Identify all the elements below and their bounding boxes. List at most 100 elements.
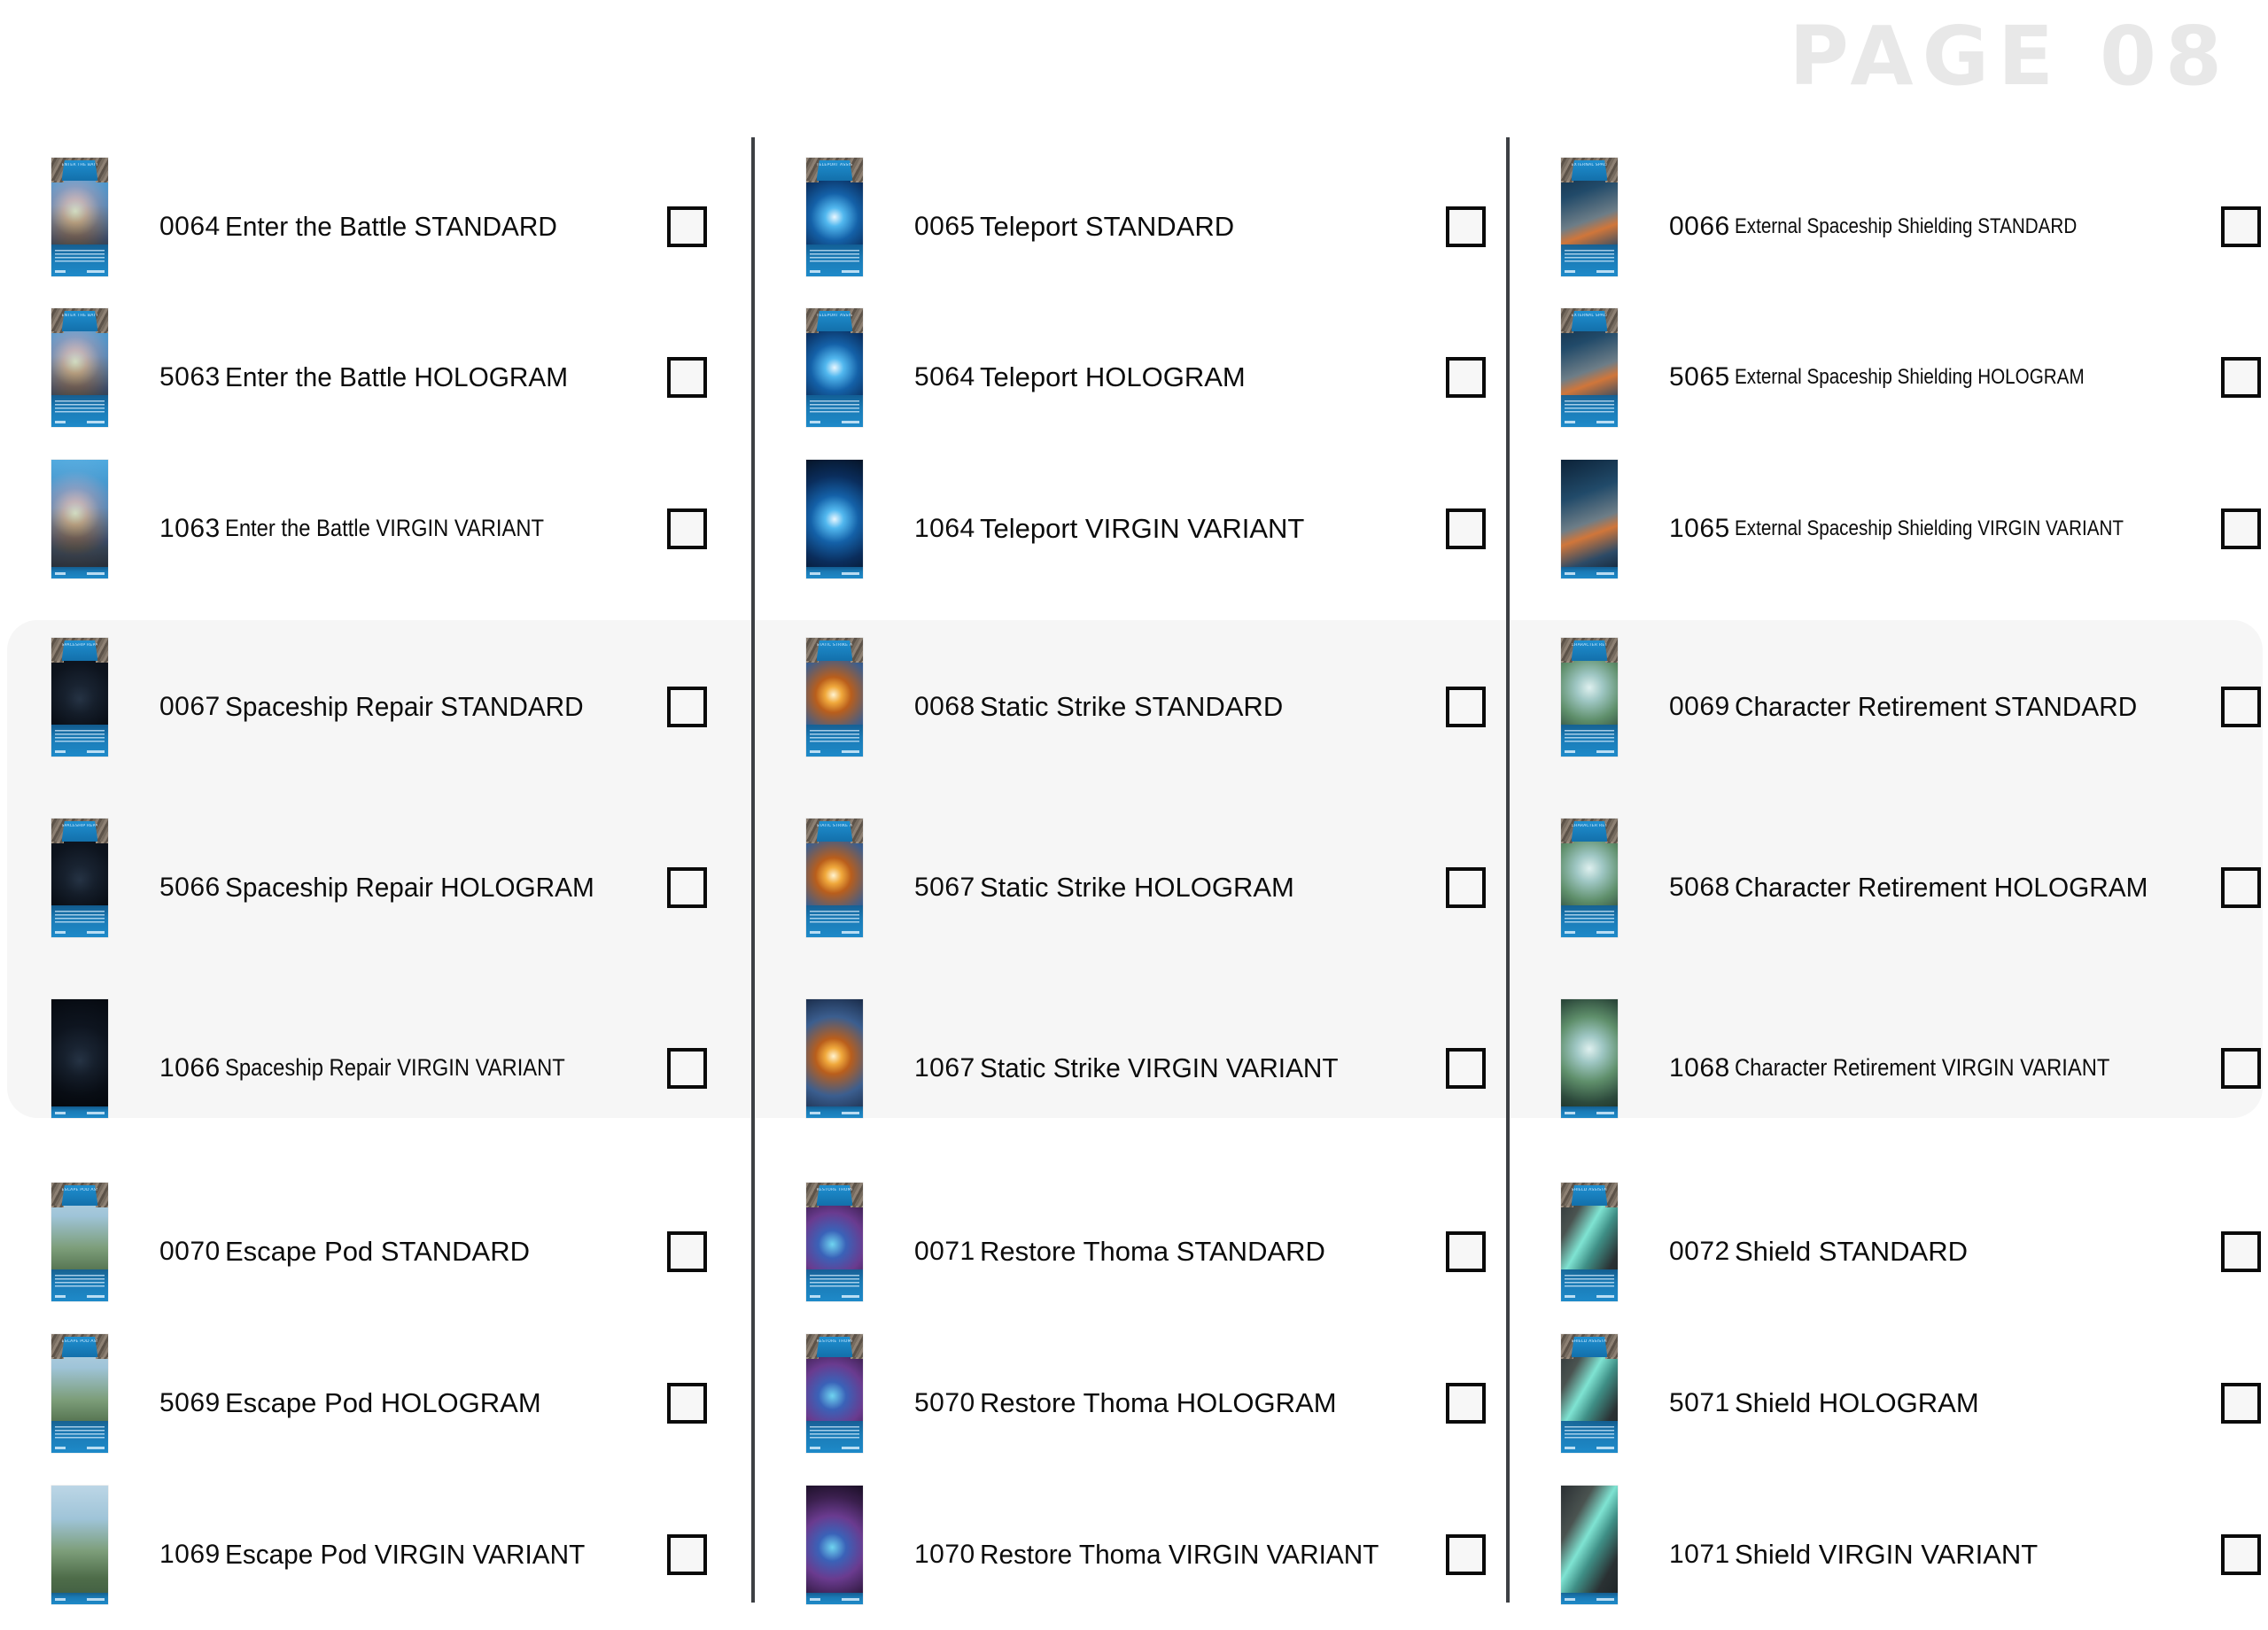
collected-checkbox[interactable]: [1446, 508, 1486, 549]
card-thumbnail[interactable]: RESTORE THOMA ASSISTANCE: [806, 1334, 863, 1453]
checklist-row: 1066 Spaceship Repair VIRGIN VARIANT: [51, 992, 725, 1144]
card-footer-badges: [55, 1446, 105, 1450]
card-thumbnail[interactable]: CHARACTER RETIREMENT ASSISTANCE: [1561, 638, 1618, 757]
collected-checkbox[interactable]: [2221, 1534, 2261, 1575]
card-thumbnail[interactable]: CHARACTER RETIREMENT ASSISTANCE: [1561, 819, 1618, 937]
card-thumbnail[interactable]: ESCAPE POD ASSISTANCE: [51, 1183, 108, 1301]
collected-checkbox[interactable]: [1446, 357, 1486, 398]
card-number: 5068: [1669, 872, 1730, 902]
card-footer-bar: [806, 567, 863, 578]
collected-checkbox[interactable]: [1446, 867, 1486, 908]
card-number: 0066: [1669, 211, 1730, 241]
collected-checkbox[interactable]: [667, 508, 707, 549]
card-thumbnail[interactable]: [51, 999, 108, 1118]
card-thumbnail[interactable]: STATIC STRIKE ASSISTANCE: [806, 819, 863, 937]
checklist-row: RESTORE THOMA ASSISTANCE 0071Restore Thom…: [806, 1176, 1486, 1327]
collected-checkbox[interactable]: [2221, 206, 2261, 247]
card-artwork: [1561, 460, 1618, 578]
card-thumbnail[interactable]: SHIELD ASSISTANCE: [1561, 1183, 1618, 1301]
collected-checkbox[interactable]: [1446, 206, 1486, 247]
card-number: 5067: [914, 872, 975, 902]
card-thumbnail[interactable]: ENTER THE BATTLE EVENT: [51, 308, 108, 427]
card-thumbnail[interactable]: [806, 1486, 863, 1604]
card-thumbnail[interactable]: ENTER THE BATTLE EVENT: [51, 158, 108, 276]
card-title-text: ENTER THE BATTLE EVENT: [61, 314, 98, 318]
collected-checkbox[interactable]: [667, 687, 707, 727]
card-number: 0070: [159, 1236, 221, 1266]
collected-checkbox[interactable]: [1446, 1048, 1486, 1089]
checklist-row: ESCAPE POD ASSISTANCE 5069Escape Pod HOLO…: [51, 1327, 725, 1479]
card-number: 5070: [914, 1387, 975, 1417]
card-number: 5064: [914, 361, 975, 392]
card-thumbnail[interactable]: [51, 460, 108, 578]
collected-checkbox[interactable]: [667, 357, 707, 398]
card-number: 1065: [1669, 513, 1730, 543]
card-thumbnail[interactable]: TELEPORT ASSISTANCE: [806, 308, 863, 427]
collected-checkbox[interactable]: [1446, 1534, 1486, 1575]
card-thumbnail[interactable]: [1561, 1486, 1618, 1604]
collected-checkbox[interactable]: [1446, 1383, 1486, 1424]
collected-checkbox[interactable]: [667, 206, 707, 247]
collected-checkbox[interactable]: [2221, 1231, 2261, 1272]
card-thumbnail[interactable]: EXTERNAL SPACESHIP SHIELDING ASSISTANCE: [1561, 308, 1618, 427]
card-thumbnail[interactable]: [51, 1486, 108, 1604]
card-thumbnail[interactable]: STATIC STRIKE ASSISTANCE: [806, 638, 863, 757]
card-label: Shield HOLOGRAM: [1735, 1386, 1979, 1418]
card-title-banner: [806, 1183, 863, 1206]
card-thumbnail[interactable]: RESTORE THOMA ASSISTANCE: [806, 1183, 863, 1301]
collected-checkbox[interactable]: [667, 867, 707, 908]
card-thumbnail[interactable]: [1561, 460, 1618, 578]
card-footer-badges: [810, 1446, 859, 1450]
card-footer-bar: [806, 1421, 863, 1453]
card-label: Enter the Battle HOLOGRAM: [225, 361, 569, 392]
card-title-banner: [51, 1334, 108, 1357]
card-thumbnail[interactable]: TELEPORT ASSISTANCE: [806, 158, 863, 276]
card-footer-bar: [51, 1421, 108, 1453]
collected-checkbox[interactable]: [2221, 867, 2261, 908]
collected-checkbox[interactable]: [667, 1048, 707, 1089]
card-rules-text: [1565, 248, 1614, 266]
collected-checkbox[interactable]: [1446, 1231, 1486, 1272]
card-footer-badges: [1565, 420, 1614, 424]
card-label: Escape Pod HOLOGRAM: [225, 1386, 541, 1418]
collected-checkbox[interactable]: [1446, 687, 1486, 727]
collected-checkbox[interactable]: [2221, 508, 2261, 549]
card-title-text: STATIC STRIKE ASSISTANCE: [816, 824, 853, 828]
checklist-row: ENTER THE BATTLE EVENT 0064Enter the Batt…: [51, 151, 725, 302]
card-thumbnail[interactable]: [806, 999, 863, 1118]
card-footer-badges: [1565, 1446, 1614, 1450]
card-title-text: ESCAPE POD ASSISTANCE: [61, 1339, 98, 1344]
checklist-row: STATIC STRIKE ASSISTANCE 0068Static Strik…: [806, 631, 1486, 782]
card-artwork: [51, 1486, 108, 1604]
card-thumbnail[interactable]: [1561, 999, 1618, 1118]
card-rules-text: [55, 248, 105, 266]
card-thumbnail[interactable]: SHIELD ASSISTANCE: [1561, 1334, 1618, 1453]
card-footer-badges: [810, 269, 859, 274]
collected-checkbox[interactable]: [2221, 1383, 2261, 1424]
card-thumbnail[interactable]: [806, 460, 863, 578]
card-title-banner: [806, 1334, 863, 1357]
collected-checkbox[interactable]: [667, 1383, 707, 1424]
card-title-banner: [51, 819, 108, 842]
collected-checkbox[interactable]: [2221, 1048, 2261, 1089]
card-thumbnail[interactable]: SPACESHIP REPAIR ASSISTANCE: [51, 819, 108, 937]
collected-checkbox[interactable]: [667, 1534, 707, 1575]
card-title-text: SHIELD ASSISTANCE: [1571, 1339, 1608, 1344]
checklist-row: 1067 Static Strike VIRGIN VARIANT: [806, 992, 1486, 1144]
collected-checkbox[interactable]: [2221, 687, 2261, 727]
card-thumbnail[interactable]: EXTERNAL SPACESHIP SHIELDING ASSISTANCE: [1561, 158, 1618, 276]
card-label: Restore Thoma STANDARD: [980, 1235, 1325, 1267]
checklist-row: ESCAPE POD ASSISTANCE 0070Escape Pod STAN…: [51, 1176, 725, 1327]
card-footer-bar: [51, 1593, 108, 1604]
card-label: Spaceship Repair HOLOGRAM: [225, 871, 594, 903]
checklist-row: 1068 Character Retirement VIRGIN VARIANT: [1561, 992, 2261, 1144]
card-label: Spaceship Repair VIRGIN VARIANT: [225, 1054, 565, 1081]
card-number: 0068: [914, 691, 975, 721]
card-title-banner: [806, 819, 863, 842]
card-thumbnail[interactable]: SPACESHIP REPAIR ASSISTANCE: [51, 638, 108, 757]
card-footer-bar: [51, 905, 108, 937]
checklist-row: SPACESHIP REPAIR ASSISTANCE 5066Spaceship…: [51, 811, 725, 963]
collected-checkbox[interactable]: [667, 1231, 707, 1272]
card-thumbnail[interactable]: ESCAPE POD ASSISTANCE: [51, 1334, 108, 1453]
collected-checkbox[interactable]: [2221, 357, 2261, 398]
